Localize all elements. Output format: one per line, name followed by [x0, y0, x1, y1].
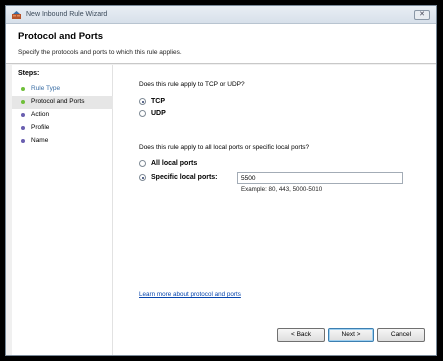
cancel-button[interactable]: Cancel [377, 328, 425, 342]
step-status-dot-icon [21, 113, 25, 117]
specific-ports-radio[interactable] [139, 174, 146, 181]
specific-ports-input[interactable] [237, 172, 403, 184]
page-subtitle: Specify the protocols and ports to which… [18, 49, 182, 56]
specific-ports-radio-option[interactable]: Specific local ports: [139, 174, 218, 181]
wizard-window: New Inbound Rule Wizard ✕ Protocol and P… [5, 5, 437, 356]
tcp-label[interactable]: TCP [151, 98, 165, 105]
window-title: New Inbound Rule Wizard [26, 11, 108, 18]
steps-sidebar: Steps: Rule Type Protocol and Ports Acti… [12, 65, 113, 355]
firewall-icon [12, 11, 21, 19]
all-ports-label[interactable]: All local ports [151, 160, 197, 167]
step-profile[interactable]: Profile [12, 122, 113, 135]
step-name[interactable]: Name [12, 135, 113, 148]
tcp-radio[interactable] [139, 98, 146, 105]
back-button[interactable]: < Back [277, 328, 325, 342]
step-label: Protocol and Ports [31, 98, 85, 105]
page-header: Protocol and Ports Specify the protocols… [6, 24, 436, 64]
step-rule-type[interactable]: Rule Type [12, 83, 113, 96]
udp-radio[interactable] [139, 110, 146, 117]
step-label: Rule Type [31, 85, 61, 92]
specific-ports-label[interactable]: Specific local ports: [151, 174, 218, 181]
all-ports-radio[interactable] [139, 160, 146, 167]
close-button[interactable]: ✕ [414, 10, 430, 20]
udp-label[interactable]: UDP [151, 110, 166, 117]
udp-radio-option[interactable]: UDP [139, 110, 166, 117]
step-label: Name [31, 137, 49, 144]
tcp-radio-option[interactable]: TCP [139, 98, 165, 105]
step-label: Action [31, 111, 50, 118]
title-bar[interactable]: New Inbound Rule Wizard ✕ [6, 6, 436, 24]
step-label: Profile [31, 124, 50, 131]
step-action[interactable]: Action [12, 109, 113, 122]
screenshot-frame: New Inbound Rule Wizard ✕ Protocol and P… [0, 0, 443, 361]
ports-question: Does this rule apply to all local ports … [139, 144, 310, 151]
next-button[interactable]: Next > [328, 328, 374, 342]
ports-example-hint: Example: 80, 443, 5000-5010 [241, 186, 323, 193]
learn-more-link[interactable]: Learn more about protocol and ports [139, 291, 241, 298]
all-ports-radio-option[interactable]: All local ports [139, 160, 197, 167]
step-status-dot-icon [21, 87, 25, 91]
page-title: Protocol and Ports [18, 31, 103, 42]
protocol-question: Does this rule apply to TCP or UDP? [139, 81, 245, 88]
step-status-dot-icon [21, 100, 25, 104]
main-content: Does this rule apply to TCP or UDP? TCP … [113, 65, 436, 355]
step-protocol-and-ports[interactable]: Protocol and Ports [12, 96, 113, 109]
step-status-dot-icon [21, 139, 25, 143]
steps-heading: Steps: [18, 70, 40, 77]
step-status-dot-icon [21, 126, 25, 130]
